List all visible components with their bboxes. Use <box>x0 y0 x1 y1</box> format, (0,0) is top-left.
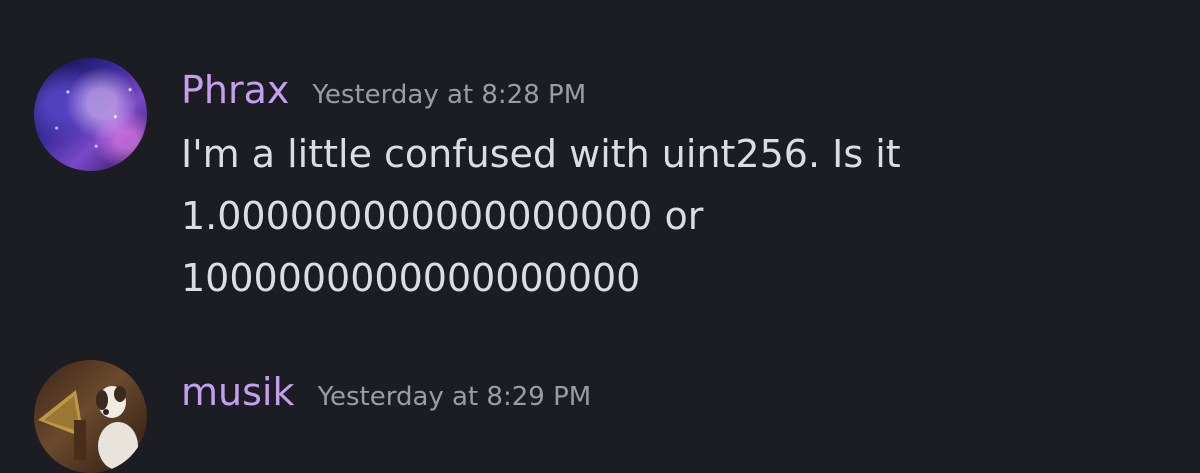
username[interactable]: Phrax <box>181 68 289 112</box>
message-content: I'm a little confused with uint256. Is i… <box>181 123 1181 309</box>
avatar[interactable] <box>34 58 147 171</box>
message-header: Phrax Yesterday at 8:28 PM <box>181 68 586 112</box>
message-line: I'm a little confused with uint256. Is i… <box>181 132 901 176</box>
avatar[interactable] <box>34 360 147 473</box>
username[interactable]: musik <box>181 370 294 414</box>
message-timestamp: Yesterday at 8:28 PM <box>312 80 587 110</box>
dog-gramophone-image <box>38 386 138 470</box>
message-timestamp: Yesterday at 8:29 PM <box>317 382 592 412</box>
message-line: 1000000000000000000 <box>181 256 641 300</box>
message-header: musik Yesterday at 8:29 PM <box>181 370 591 414</box>
message-line: 1.000000000000000000 or <box>181 194 704 238</box>
